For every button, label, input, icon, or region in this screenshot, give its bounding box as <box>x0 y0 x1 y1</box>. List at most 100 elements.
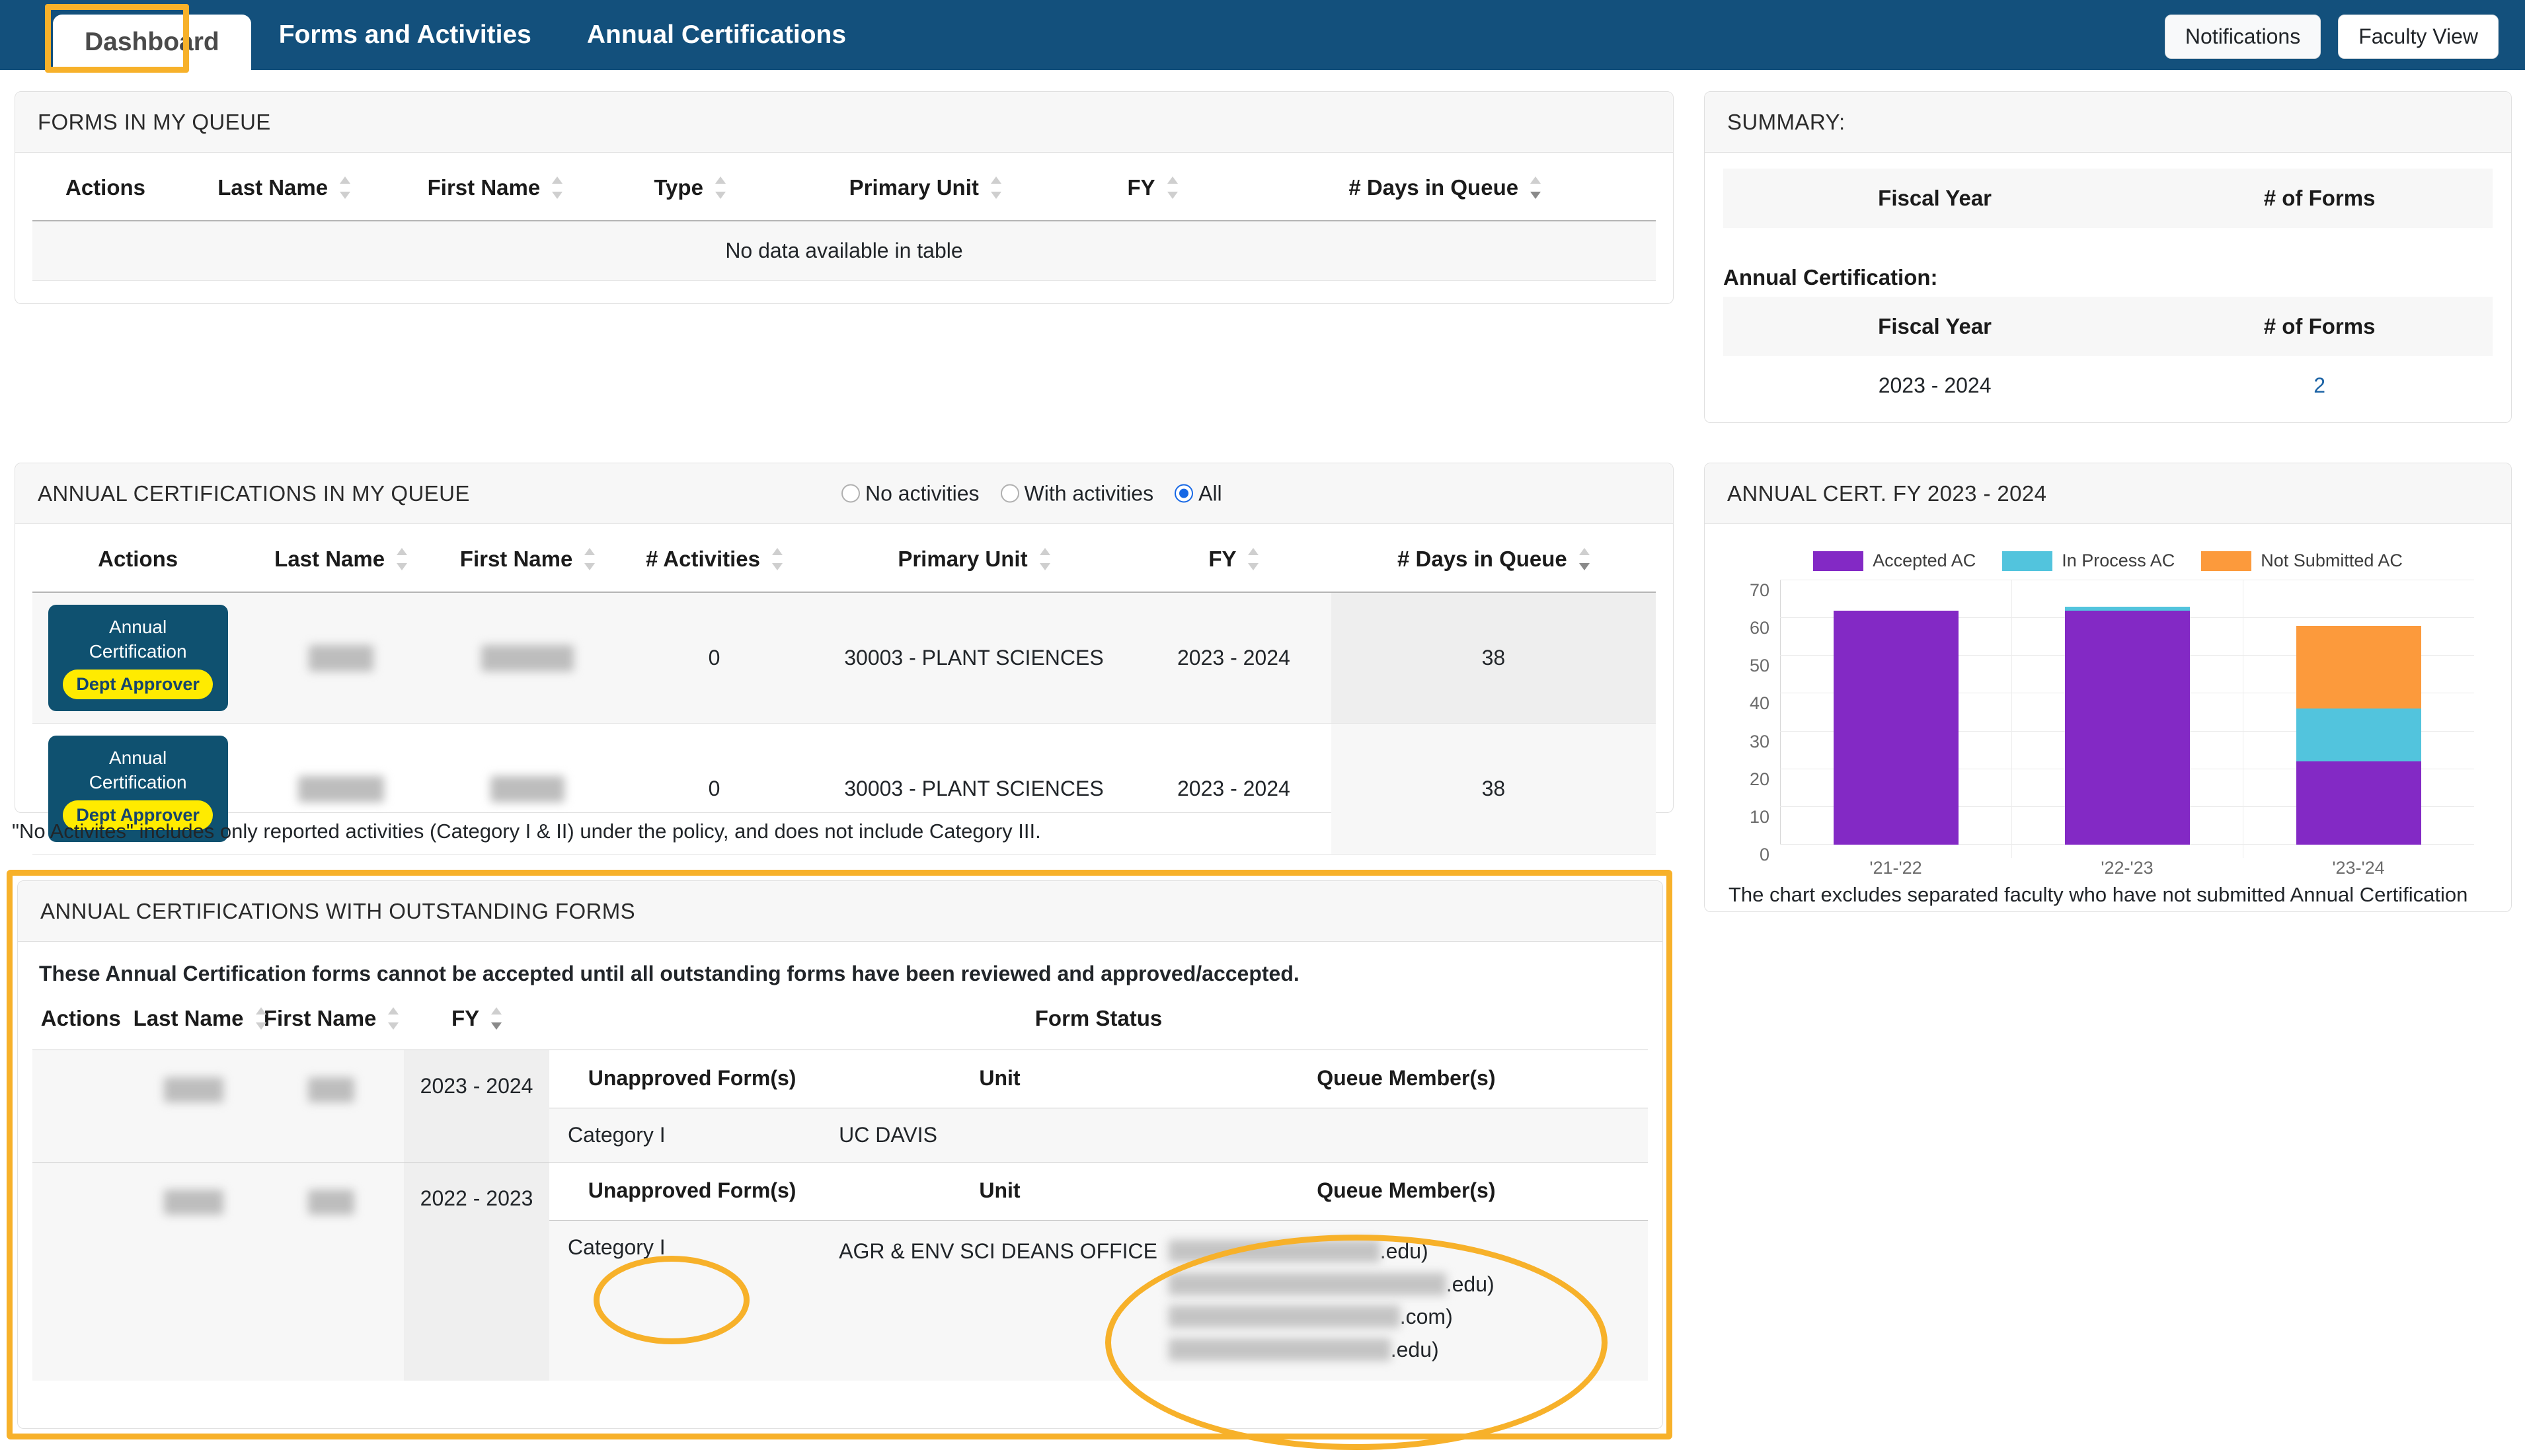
annual-certifications-in-my-queue-card: ANNUAL CERTIFICATIONS IN MY QUEUE No act… <box>15 463 1674 855</box>
cell-form-status: Unapproved Form(s) Unit Queue Member(s) … <box>549 1050 1648 1163</box>
col-last-name[interactable]: Last Name <box>178 153 390 221</box>
cell-unapproved-form: Category I <box>549 1220 835 1381</box>
outstanding-forms-title: ANNUAL CERTIFICATIONS WITH OUTSTANDING F… <box>40 898 636 923</box>
col-fy[interactable]: FY <box>1071 153 1234 221</box>
col-form-status: Form Status <box>1034 1006 1163 1030</box>
col-first-name[interactable]: First Name <box>258 990 404 1050</box>
col-actions: Actions <box>40 1006 121 1030</box>
col-days-in-queue[interactable]: # Days in Queue <box>1331 524 1656 593</box>
sort-icon <box>990 175 1001 200</box>
queue-member-entry: .edu) <box>1168 1334 1644 1367</box>
forms-in-my-queue-card: FORMS IN MY QUEUE Actions Last Name Firs… <box>15 91 1674 304</box>
ac-queue-title: ANNUAL CERTIFICATIONS IN MY QUEUE <box>38 480 470 506</box>
cell-form-status: Unapproved Form(s) Unit Queue Member(s) … <box>549 1162 1648 1381</box>
cell-queue-members: .edu) .edu) .com) .edu) <box>1164 1220 1648 1381</box>
cell-activities: 0 <box>617 592 812 724</box>
legend-label: Not Submitted AC <box>2261 551 2403 570</box>
summary-card: SUMMARY: Fiscal Year # of Forms Annual C… <box>1704 91 2512 423</box>
x-axis-tick-label: '21-'22 <box>1869 858 1922 878</box>
chart-bar-segment <box>1833 610 1959 845</box>
activity-filter-radio-group: No activities With activities All <box>841 481 1222 506</box>
col-last-name[interactable]: Last Name <box>130 990 266 1050</box>
tab-dashboard[interactable]: Dashboard <box>53 15 251 70</box>
col-type[interactable]: Type <box>600 153 779 221</box>
annual-certification-button[interactable]: Annual Certification Dept Approver <box>48 605 228 711</box>
x-axis-tick-label: '22-'23 <box>2101 858 2154 878</box>
table-header-row: Fiscal Year # of Forms <box>1723 297 2493 356</box>
col-unit: Unit <box>979 1178 1021 1202</box>
tab-forms-and-activities[interactable]: Forms and Activities <box>251 0 559 70</box>
annual-certification-section-label: Annual Certification: <box>1723 265 1938 289</box>
table-row: 2022 - 2023 Unapproved Form(s) Unit Queu… <box>32 1162 1648 1381</box>
cell-last-name <box>129 1162 259 1381</box>
outstanding-forms-header: ANNUAL CERTIFICATIONS WITH OUTSTANDING F… <box>18 881 1662 942</box>
ac-queue-header: ANNUAL CERTIFICATIONS IN MY QUEUE No act… <box>15 463 1673 524</box>
chart-header: ANNUAL CERT. FY 2023 - 2024 <box>1705 463 2511 524</box>
cell-unit: AGR & ENV SCI DEANS OFFICE <box>835 1220 1165 1381</box>
notifications-button[interactable]: Notifications <box>2164 15 2321 59</box>
form-status-inner-table: Unapproved Form(s) Unit Queue Member(s) … <box>549 1050 1648 1162</box>
chart-bar-segment <box>2296 761 2421 845</box>
radio-label: No activities <box>865 481 980 505</box>
annual-cert-chart-card: ANNUAL CERT. FY 2023 - 2024 Accepted AC … <box>1704 463 2512 912</box>
col-fiscal-year: Fiscal Year <box>1723 297 2147 356</box>
radio-icon-selected <box>1175 484 1194 503</box>
col-last-name[interactable]: Last Name <box>243 524 438 593</box>
legend-item-in-process-ac: In Process AC <box>2002 551 2175 571</box>
faculty-view-button[interactable]: Faculty View <box>2338 15 2499 59</box>
radio-all[interactable]: All <box>1175 481 1222 506</box>
inner-row: Category I UC DAVIS <box>549 1108 1648 1162</box>
col-fy[interactable]: FY <box>404 990 549 1050</box>
summary-body: Fiscal Year # of Forms Annual Certificat… <box>1705 169 2511 415</box>
chart-legend: Accepted AC In Process AC Not Submitted … <box>1725 551 2491 571</box>
cell-days-in-queue: 38 <box>1331 723 1656 855</box>
vertical-grid-line <box>2011 580 2012 858</box>
ac-queue-table: Actions Last Name First Name # Activitie… <box>32 524 1656 855</box>
cell-first-name <box>438 592 617 724</box>
sort-icon <box>340 175 351 200</box>
col-fy[interactable]: FY <box>1136 524 1331 593</box>
forms-in-my-queue-body: Actions Last Name First Name Type Primar… <box>15 153 1673 281</box>
sort-icon <box>397 547 408 572</box>
sort-icon <box>388 1006 399 1031</box>
cell-first-name <box>258 1162 405 1381</box>
forms-in-my-queue-title: FORMS IN MY QUEUE <box>38 109 271 134</box>
col-unit: Unit <box>979 1066 1021 1090</box>
radio-with-activities[interactable]: With activities <box>1000 481 1153 506</box>
radio-icon <box>841 484 860 503</box>
table-row: 2023 - 2024 2 <box>1723 356 2493 415</box>
legend-item-not-submitted-ac: Not Submitted AC <box>2201 551 2403 571</box>
cell-num-forms: 2 <box>2146 356 2493 415</box>
col-first-name[interactable]: First Name <box>438 524 617 593</box>
col-actions: Actions <box>32 524 244 593</box>
no-data-message: No data available in table <box>32 221 1656 281</box>
inner-row: Category I AGR & ENV SCI DEANS OFFICE .e… <box>549 1220 1648 1381</box>
forms-count-link[interactable]: 2 <box>2313 373 2325 397</box>
col-primary-unit[interactable]: Primary Unit <box>779 153 1071 221</box>
col-days-in-queue[interactable]: # Days in Queue <box>1233 153 1656 221</box>
table-header-row: Actions Last Name First Name FY Form Sta… <box>32 990 1648 1050</box>
queue-member-entry: .edu) <box>1168 1268 1644 1301</box>
cell-last-name <box>243 592 438 724</box>
chart-bar <box>2296 625 2421 845</box>
chart-area: Accepted AC In Process AC Not Submitted … <box>1705 524 2511 878</box>
radio-label: All <box>1198 481 1222 505</box>
tab-annual-certifications[interactable]: Annual Certifications <box>559 0 874 70</box>
col-first-name[interactable]: First Name <box>389 153 601 221</box>
chart-bar <box>1833 610 1959 845</box>
legend-swatch-not-submitted <box>2201 551 2252 571</box>
inner-header-row: Unapproved Form(s) Unit Queue Member(s) <box>549 1050 1648 1108</box>
col-activities[interactable]: # Activities <box>617 524 812 593</box>
summary-title: SUMMARY: <box>1727 109 1845 134</box>
forms-queue-table: Actions Last Name First Name Type Primar… <box>32 153 1656 281</box>
chart-bar-segment <box>2296 709 2421 762</box>
cell-unapproved-form: Category I <box>549 1108 835 1162</box>
form-status-inner-table: Unapproved Form(s) Unit Queue Member(s) … <box>549 1163 1648 1381</box>
cell-days-in-queue: 38 <box>1331 592 1656 724</box>
sort-icon <box>1039 547 1050 572</box>
cell-unit: UC DAVIS <box>835 1108 1165 1162</box>
radio-no-activities[interactable]: No activities <box>841 481 980 506</box>
col-unapproved-forms: Unapproved Form(s) <box>588 1178 796 1202</box>
sort-icon <box>1578 547 1590 572</box>
col-primary-unit[interactable]: Primary Unit <box>811 524 1137 593</box>
